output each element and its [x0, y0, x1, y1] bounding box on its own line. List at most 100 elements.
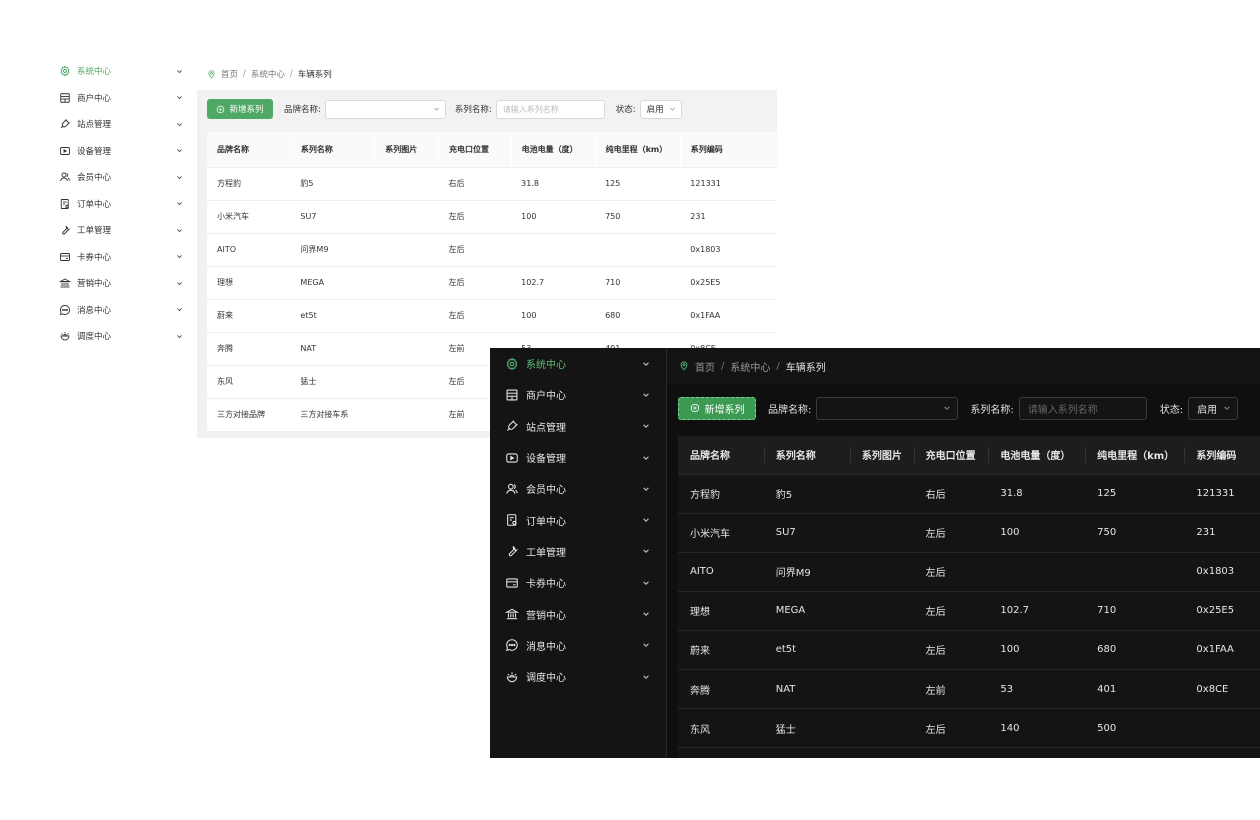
table-row[interactable]: 蔚来 et5t 左后 100 680 0x1FAA [678, 630, 1260, 670]
table-cell: 0x1FAA [1184, 630, 1260, 670]
table-row[interactable]: AITO 问界M9 左后 0x1803 [207, 233, 777, 267]
chevron-down-icon[interactable] [176, 253, 183, 260]
chevron-down-icon[interactable] [176, 333, 183, 340]
sidebar-item[interactable]: 系统中心 [490, 348, 666, 379]
breadcrumb-system[interactable]: 系统中心 [730, 359, 770, 374]
table-cell: 方程豹 [207, 167, 291, 201]
chevron-down-icon[interactable] [176, 68, 183, 75]
chevron-down-icon[interactable] [642, 485, 650, 493]
wrench-icon [59, 224, 71, 236]
table-cell: AITO [207, 233, 291, 267]
chevron-down-icon[interactable] [642, 610, 650, 618]
sidebar-item[interactable]: 会员中心 [490, 473, 666, 504]
breadcrumb: 首页 / 系统中心 / 车辆系列 [197, 58, 777, 90]
bank-icon [505, 607, 519, 621]
sidebar-item[interactable]: 调度中心 [490, 661, 666, 692]
table-row[interactable]: 理想 MEGA 左后 102.7 710 0x25E5 [678, 591, 1260, 631]
chevron-down-icon[interactable] [176, 227, 183, 234]
table-cell [988, 747, 1086, 758]
plus-circle-icon [690, 403, 700, 413]
chevron-down-icon[interactable] [176, 121, 183, 128]
chevron-down-icon[interactable] [642, 547, 650, 555]
breadcrumb-current: 车辆系列 [785, 362, 826, 374]
chevron-down-icon[interactable] [642, 516, 650, 524]
chevron-down-icon[interactable] [642, 579, 650, 587]
table-row[interactable]: 小米汽车 SU7 左后 100 750 231 [207, 200, 777, 234]
sidebar-item[interactable]: 营销中心 [47, 270, 197, 297]
table-row[interactable]: 小米汽车 SU7 左后 100 750 231 [678, 513, 1260, 553]
sidebar-item[interactable]: 设备管理 [47, 138, 197, 165]
chevron-down-icon[interactable] [642, 360, 650, 368]
table-cell [374, 299, 439, 333]
sidebar-item[interactable]: 订单中心 [490, 505, 666, 536]
chevron-down-icon[interactable] [176, 280, 183, 287]
sidebar-item[interactable]: 调度中心 [47, 323, 197, 350]
chevron-down-icon[interactable] [176, 200, 183, 207]
table-cell: 125 [1085, 474, 1185, 514]
chevron-down-icon[interactable] [176, 174, 183, 181]
sidebar-item[interactable]: 卡券中心 [490, 567, 666, 598]
table-cell: 53 [988, 669, 1086, 710]
table-cell: 蔚来 [207, 299, 291, 333]
chevron-down-icon[interactable] [642, 454, 650, 462]
chevron-down-icon[interactable] [176, 94, 183, 101]
sidebar-item[interactable]: 消息中心 [490, 630, 666, 661]
sidebar-item-label: 站点管理 [526, 422, 566, 434]
sidebar-item[interactable]: 商户中心 [47, 85, 197, 112]
sidebar-item[interactable]: 营销中心 [490, 598, 666, 629]
table-body: 方程豹 豹5 右后 31.8 125 121331 小米汽车 SU7 左后 100 750 231 AI… [678, 474, 1260, 758]
table-cell: 豹5 [290, 167, 375, 201]
status-select[interactable]: 启用 [1188, 396, 1239, 420]
table-row[interactable]: 三方对接品牌三方对接车系 左前 [678, 747, 1260, 758]
column-header: 电池电量（度） [511, 132, 596, 168]
table-row[interactable]: 东风猛士 左后140500 [678, 708, 1260, 749]
sidebar-item[interactable]: 消息中心 [47, 297, 197, 324]
table-cell [849, 591, 914, 631]
table-cell: AITO [678, 552, 764, 592]
table-cell: 问界M9 [763, 552, 850, 592]
status-select[interactable]: 启用 [639, 99, 682, 119]
sidebar-item[interactable]: 工单管理 [47, 217, 197, 244]
sidebar-item[interactable]: 系统中心 [47, 58, 197, 85]
sidebar-item[interactable]: 会员中心 [47, 164, 197, 191]
breadcrumb-home[interactable]: 首页 [695, 359, 715, 374]
table-cell: 100 [988, 630, 1086, 670]
add-series-button[interactable]: 新增系列 [678, 396, 756, 420]
breadcrumb: 首页 / 系统中心 / 车辆系列 [667, 348, 1260, 384]
brand-name-select[interactable] [324, 99, 446, 119]
sidebar-item[interactable]: 工单管理 [490, 536, 666, 567]
table-cell: 121331 [1184, 474, 1260, 514]
brand-name-select[interactable] [816, 396, 959, 420]
series-name-input[interactable]: 请输入系列名称 [1018, 396, 1147, 420]
table-row[interactable]: 方程豹 豹5 右后 31.8 125 121331 [678, 474, 1260, 514]
sidebar-item-label: 调度中心 [526, 673, 566, 685]
add-series-button[interactable]: 新增系列 [207, 99, 273, 119]
chevron-down-icon[interactable] [176, 147, 183, 154]
chevron-down-icon[interactable] [642, 422, 650, 430]
series-name-input[interactable]: 请输入系列名称 [495, 99, 605, 119]
table-row[interactable]: 理想 MEGA 左后 102.7 710 0x25E5 [207, 266, 777, 300]
chevron-down-icon[interactable] [642, 391, 650, 399]
table-row[interactable]: 奔腾NAT 左前534010x8CE [678, 669, 1260, 710]
sidebar-item[interactable]: 商户中心 [490, 379, 666, 410]
sidebar-item[interactable]: 订单中心 [47, 191, 197, 218]
table-cell [849, 474, 914, 514]
sidebar-item[interactable]: 站点管理 [47, 111, 197, 138]
store-icon [59, 92, 71, 104]
chevron-down-icon[interactable] [642, 673, 650, 681]
breadcrumb-home[interactable]: 首页 [221, 68, 238, 80]
sidebar-item[interactable]: 设备管理 [490, 442, 666, 473]
table-cell: 121331 [680, 167, 777, 201]
table-cell: 左后 [438, 266, 512, 300]
table-row[interactable]: 蔚来 et5t 左后 100 680 0x1FAA [207, 299, 777, 333]
table-row[interactable]: 方程豹 豹5 右后 31.8 125 121331 [207, 167, 777, 201]
breadcrumb-system[interactable]: 系统中心 [251, 68, 285, 80]
chevron-down-icon[interactable] [642, 641, 650, 649]
video-icon [505, 451, 519, 465]
table-cell: 401 [1085, 669, 1185, 710]
sidebar-item[interactable]: 卡券中心 [47, 244, 197, 271]
table-cell: 140 [988, 708, 1086, 749]
chevron-down-icon[interactable] [176, 306, 183, 313]
sidebar-item[interactable]: 站点管理 [490, 411, 666, 442]
table-row[interactable]: AITO 问界M9 左后 0x1803 [678, 552, 1260, 592]
